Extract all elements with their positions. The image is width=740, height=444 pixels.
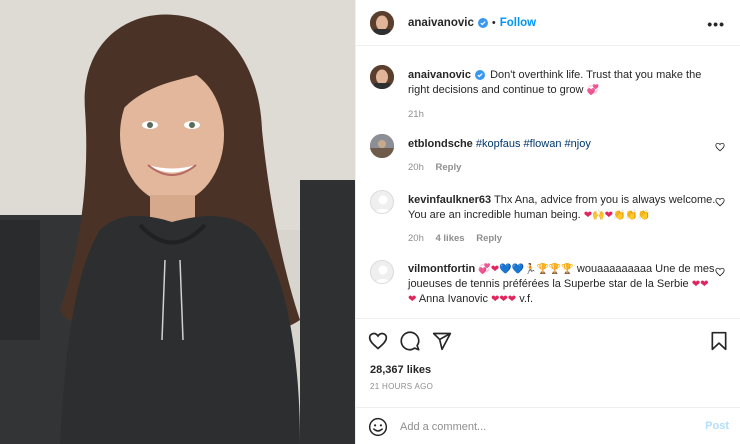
comment-emoji: ❤🙌❤👏👏👏 [583, 209, 651, 221]
post-timestamp[interactable]: 21 HOURS AGO [370, 382, 433, 391]
caption-username[interactable]: anaivanovic [408, 69, 471, 81]
comment-emoji: ❤ [408, 294, 417, 305]
caption-emoji: 💞 [586, 84, 600, 96]
like-count[interactable]: 28,367 likes [370, 364, 431, 376]
comment-username[interactable]: vilmontfortin [408, 263, 475, 275]
comment-emoji: ❤❤ [691, 279, 709, 290]
avatar-image [370, 65, 394, 89]
emoji-smiley-icon[interactable] [368, 417, 388, 437]
default-avatar-icon [374, 265, 392, 283]
verified-badge-icon [475, 70, 486, 81]
avatar[interactable] [370, 65, 394, 89]
default-avatar-icon [374, 195, 392, 213]
caption-body: anaivanovic Don't overthink life. Trust … [408, 68, 718, 123]
comment-body: etblondsche #kopfaus #flowan #njoy 20h R… [408, 137, 718, 175]
portrait-image [0, 0, 355, 444]
avatar-image [370, 134, 394, 158]
avatar[interactable] [370, 190, 394, 214]
comment-time[interactable]: 20h [408, 162, 424, 173]
comments-list: anaivanovic Don't overthink life. Trust … [356, 47, 740, 317]
separator-dot: • [491, 16, 496, 29]
caption-time[interactable]: 21h [408, 109, 424, 120]
comment-text: Anna Ivanovic [418, 293, 488, 305]
comment-body: vilmontfortin 💞❤💙💙🏃🏆🏆🏆 wouaaaaaaaaa Une … [408, 262, 718, 307]
comment-text: v.f. [519, 293, 534, 305]
avatar-image [370, 10, 394, 35]
comment-emoji: ❤❤❤ [491, 294, 517, 305]
like-comment-heart-icon[interactable] [715, 142, 725, 152]
post-header: anaivanovic • Follow ••• [356, 0, 740, 46]
like-heart-icon[interactable] [368, 331, 388, 351]
comment-meta: 20h Reply [408, 161, 718, 176]
post-actions: 28,367 likes 21 HOURS AGO Post [356, 318, 740, 444]
comment-item: vilmontfortin 💞❤💙💙🏃🏆🏆🏆 wouaaaaaaaaa Une … [370, 260, 735, 305]
post-side-panel: anaivanovic • Follow ••• anaivanovic Don… [355, 0, 740, 444]
avatar[interactable] [370, 134, 394, 158]
comment-emoji: 💞❤💙💙🏃🏆🏆🏆 [478, 264, 574, 275]
reply-button[interactable]: Reply [436, 162, 462, 173]
follow-button[interactable]: Follow [500, 17, 536, 29]
verified-badge-icon [477, 17, 488, 28]
action-icons [368, 331, 452, 351]
comment-composer: Post [356, 407, 740, 444]
comment-meta: 20h 4 likes Reply [408, 232, 718, 247]
comment-bubble-icon[interactable] [400, 331, 420, 351]
reply-button[interactable]: Reply [476, 233, 502, 244]
more-options-icon[interactable]: ••• [707, 16, 725, 32]
avatar[interactable] [370, 10, 394, 35]
comment-username[interactable]: kevinfaulkner63 [408, 194, 491, 206]
comment-username[interactable]: etblondsche [408, 138, 473, 150]
comment-body: kevinfaulkner63 Thx Ana, advice from you… [408, 193, 718, 247]
comment-time[interactable]: 20h [408, 233, 424, 244]
like-comment-heart-icon[interactable] [715, 197, 725, 207]
comment-hashtags[interactable]: #kopfaus #flowan #njoy [476, 138, 591, 150]
like-comment-heart-icon[interactable] [715, 267, 725, 277]
caption-meta: 21h [408, 108, 718, 123]
comment-likes[interactable]: 4 likes [436, 233, 465, 244]
comment-item: kevinfaulkner63 Thx Ana, advice from you… [370, 190, 735, 244]
post-author-username[interactable]: anaivanovic [408, 17, 474, 29]
share-paper-plane-icon[interactable] [432, 331, 452, 351]
post-photo[interactable] [0, 0, 355, 444]
post-comment-button[interactable]: Post [705, 420, 729, 432]
avatar[interactable] [370, 260, 394, 284]
add-comment-input[interactable] [400, 420, 690, 433]
instagram-post-view: anaivanovic • Follow ••• anaivanovic Don… [0, 0, 740, 444]
save-bookmark-icon[interactable] [709, 331, 729, 351]
